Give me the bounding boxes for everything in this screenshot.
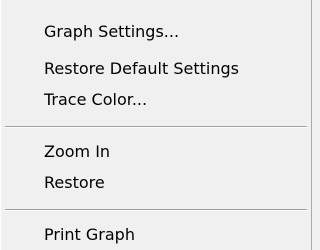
separator-highlight-line: [5, 127, 307, 128]
menu-item-graph-settings[interactable]: Graph Settings...: [44, 22, 179, 42]
menu-separator: [5, 209, 307, 211]
context-menu: Graph Settings... Restore Default Settin…: [0, 0, 312, 250]
menu-separator: [5, 126, 307, 128]
menu-item-restore-default-settings[interactable]: Restore Default Settings: [44, 59, 239, 79]
menu-item-restore[interactable]: Restore: [44, 173, 105, 193]
menu-item-print-graph[interactable]: Print Graph: [44, 225, 135, 245]
separator-highlight-line: [5, 210, 307, 211]
menu-item-trace-color[interactable]: Trace Color...: [44, 90, 147, 110]
menu-item-zoom-in[interactable]: Zoom In: [44, 142, 110, 162]
